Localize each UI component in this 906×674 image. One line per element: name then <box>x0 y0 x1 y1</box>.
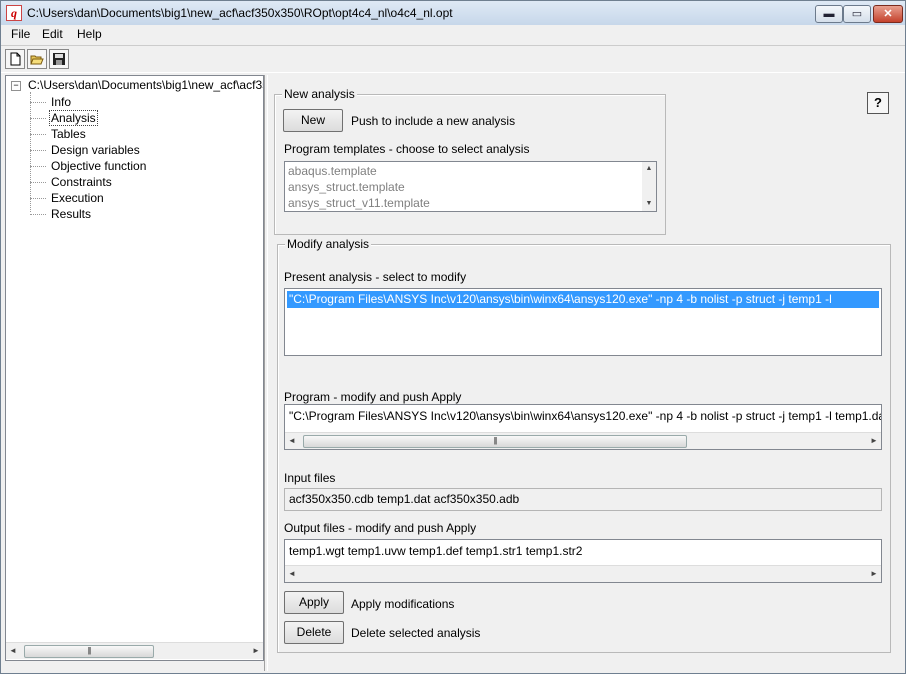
title-bar[interactable]: q C:\Users\dan\Documents\big1\new_acf\ac… <box>1 1 905 26</box>
tree-item-label: Tables <box>51 127 86 141</box>
present-analysis-label: Present analysis - select to modify <box>284 270 467 284</box>
scroll-thumb[interactable]: ||| <box>24 645 154 658</box>
open-folder-icon <box>30 55 44 65</box>
minimize-button[interactable]: ▬ <box>815 5 843 23</box>
scroll-left-icon[interactable]: ◄ <box>285 566 299 582</box>
delete-hint: Delete selected analysis <box>351 626 481 640</box>
modify-analysis-group: Modify analysis Present analysis - selec… <box>277 237 891 653</box>
tree-item-label: Info <box>51 95 72 109</box>
save-disk-icon <box>53 53 65 65</box>
open-folder-button[interactable] <box>27 49 47 69</box>
menu-edit[interactable]: Edit <box>42 27 63 41</box>
present-analysis-selected-row[interactable]: "C:\Program Files\ANSYS Inc\v120\ansys\b… <box>287 291 879 308</box>
tree-item-label: Constraints <box>51 175 112 189</box>
toolbar <box>1 45 905 73</box>
tree-item-label: Analysis <box>49 110 98 126</box>
tree-root[interactable]: C:\Users\dan\Documents\big1\new_acf\acf3… <box>28 78 263 92</box>
close-button[interactable]: ✕ <box>873 5 903 23</box>
help-button[interactable]: ? <box>867 92 889 114</box>
output-files-label: Output files - modify and push Apply <box>284 521 477 535</box>
scroll-up-icon[interactable]: ▲ <box>642 162 656 176</box>
app-window: q C:\Users\dan\Documents\big1\new_acf\ac… <box>0 0 906 674</box>
output-files-value: temp1.wgt temp1.uvw temp1.def temp1.str1… <box>289 544 583 558</box>
output-files-field[interactable]: temp1.wgt temp1.uvw temp1.def temp1.str1… <box>284 539 882 583</box>
menu-bar: File Edit Help <box>1 25 905 44</box>
maximize-button[interactable]: ▭ <box>843 5 871 23</box>
new-hint: Push to include a new analysis <box>351 114 516 128</box>
new-analysis-group: New analysis New Push to include a new a… <box>274 87 666 235</box>
input-files-value: acf350x350.cdb temp1.dat acf350x350.adb <box>289 492 520 506</box>
apply-hint: Apply modifications <box>351 597 455 611</box>
list-item[interactable]: ansys_struct.template <box>288 180 405 194</box>
tree-guide-line <box>30 92 31 212</box>
input-files-label: Input files <box>284 471 336 485</box>
tree-item-label: Results <box>51 207 92 221</box>
tree-item-label: Design variables <box>51 143 140 157</box>
tree-item-label: Objective function <box>51 159 147 173</box>
tree-horizontal-scrollbar[interactable]: ◄ ||| ► <box>6 642 263 659</box>
templates-label: Program templates - choose to select ana… <box>284 142 530 156</box>
scroll-left-icon[interactable]: ◄ <box>6 643 20 659</box>
delete-button[interactable]: Delete <box>284 621 344 644</box>
new-file-button[interactable] <box>5 49 25 69</box>
save-button[interactable] <box>49 49 69 69</box>
tree-item-label: Execution <box>51 191 104 205</box>
templates-vertical-scrollbar[interactable]: ▲ ▼ <box>642 162 656 211</box>
apply-button[interactable]: Apply <box>284 591 344 614</box>
scroll-thumb[interactable]: ||| <box>303 435 687 448</box>
scroll-right-icon[interactable]: ► <box>867 566 881 582</box>
output-horizontal-scrollbar[interactable]: ◄ ► <box>285 565 881 582</box>
group-title: New analysis <box>282 87 357 101</box>
input-files-field: acf350x350.cdb temp1.dat acf350x350.adb <box>284 488 882 511</box>
new-file-icon <box>10 52 21 66</box>
templates-listbox[interactable]: abaqus.template ansys_struct.template an… <box>284 161 657 212</box>
scroll-right-icon[interactable]: ► <box>867 433 881 449</box>
group-title: Modify analysis <box>285 237 372 251</box>
program-label: Program - modify and push Apply <box>284 390 462 404</box>
present-analysis-listbox[interactable]: "C:\Program Files\ANSYS Inc\v120\ansys\b… <box>284 288 882 356</box>
list-item[interactable]: ansys_struct_v11.template <box>288 196 430 210</box>
list-item[interactable]: abaqus.template <box>288 164 377 178</box>
new-button[interactable]: New <box>283 109 343 132</box>
menu-help[interactable]: Help <box>77 27 102 41</box>
menu-file[interactable]: File <box>11 27 30 41</box>
window-title: C:\Users\dan\Documents\big1\new_acf\acf3… <box>27 6 453 20</box>
program-value: "C:\Program Files\ANSYS Inc\v120\ansys\b… <box>289 409 881 423</box>
scroll-right-icon[interactable]: ► <box>249 643 263 659</box>
scroll-left-icon[interactable]: ◄ <box>285 433 299 449</box>
navigation-tree[interactable]: − C:\Users\dan\Documents\big1\new_acf\ac… <box>5 75 264 661</box>
collapse-icon[interactable]: − <box>11 81 21 91</box>
program-field[interactable]: "C:\Program Files\ANSYS Inc\v120\ansys\b… <box>284 404 882 450</box>
pane-splitter[interactable] <box>264 75 268 671</box>
scroll-down-icon[interactable]: ▼ <box>642 197 656 211</box>
program-horizontal-scrollbar[interactable]: ◄ ||| ► <box>285 432 881 449</box>
app-icon: q <box>6 5 22 21</box>
